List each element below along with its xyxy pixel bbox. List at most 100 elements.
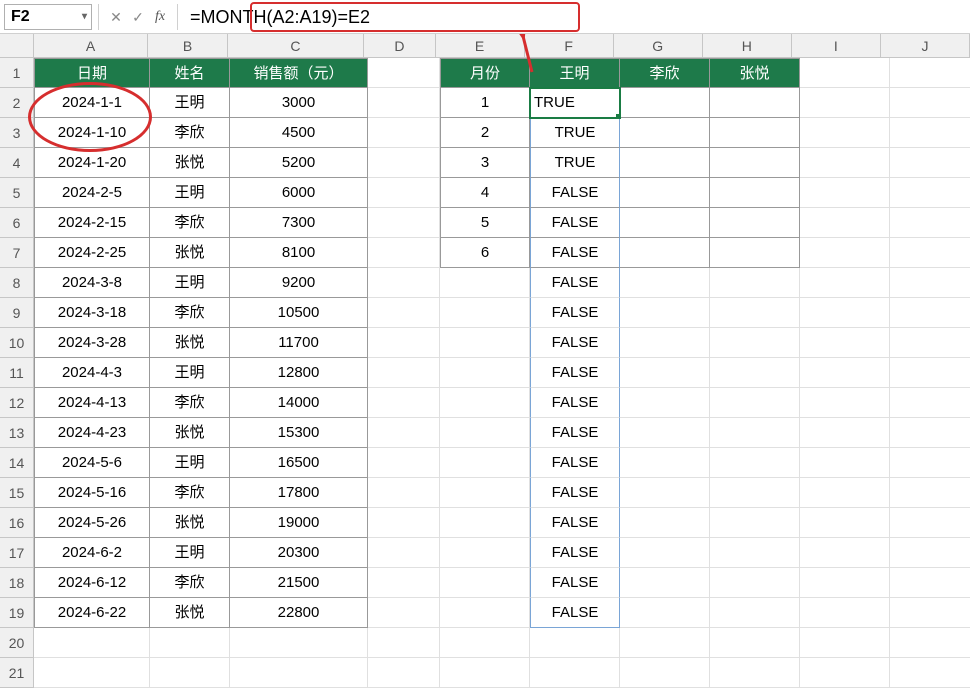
cell[interactable] [620, 598, 710, 628]
cell[interactable] [710, 268, 800, 298]
cell[interactable] [368, 508, 440, 538]
table1-cell[interactable]: 2024-1-1 [34, 88, 150, 118]
cell[interactable] [230, 658, 368, 688]
fx-icon[interactable]: fx [149, 4, 171, 30]
table1-header[interactable]: 销售额（元） [230, 58, 368, 88]
cell[interactable] [620, 448, 710, 478]
table1-cell[interactable]: 李欣 [150, 478, 230, 508]
cell[interactable] [890, 418, 970, 448]
cell[interactable] [368, 238, 440, 268]
cell[interactable] [620, 628, 710, 658]
row-header[interactable]: 13 [0, 418, 34, 448]
table1-cell[interactable]: 王明 [150, 538, 230, 568]
cell[interactable] [800, 538, 890, 568]
cell[interactable] [710, 118, 800, 148]
cell[interactable] [710, 208, 800, 238]
table1-cell[interactable]: 2024-2-5 [34, 178, 150, 208]
formula-input[interactable]: =MONTH(A2:A19)=E2 [184, 4, 970, 30]
table1-cell[interactable]: 张悦 [150, 508, 230, 538]
accept-formula-icon[interactable]: ✓ [127, 4, 149, 30]
cell[interactable] [710, 388, 800, 418]
cell[interactable] [368, 208, 440, 238]
spill-cell[interactable]: FALSE [530, 238, 620, 268]
table1-cell[interactable]: 12800 [230, 358, 368, 388]
table1-cell[interactable]: 2024-6-22 [34, 598, 150, 628]
spill-cell[interactable]: FALSE [530, 388, 620, 418]
spill-cell[interactable]: TRUE [530, 118, 620, 148]
cell[interactable] [890, 208, 970, 238]
cell[interactable] [34, 628, 150, 658]
table1-cell[interactable]: 17800 [230, 478, 368, 508]
table1-cell[interactable]: 王明 [150, 88, 230, 118]
table1-cell[interactable]: 8100 [230, 238, 368, 268]
spill-cell[interactable]: TRUE [530, 148, 620, 178]
col-header-G[interactable]: G [614, 34, 703, 58]
table2-header[interactable]: 王明 [530, 58, 620, 88]
cell[interactable] [440, 568, 530, 598]
cell[interactable] [620, 148, 710, 178]
row-header[interactable]: 3 [0, 118, 34, 148]
cell[interactable] [440, 508, 530, 538]
col-header-I[interactable]: I [792, 34, 881, 58]
cell[interactable] [620, 328, 710, 358]
spreadsheet-grid[interactable]: A B C D E F G H I J 1日期姓名销售额（元）月份王明李欣张悦2… [0, 34, 970, 693]
table1-cell[interactable]: 5200 [230, 148, 368, 178]
cell[interactable] [620, 298, 710, 328]
cell[interactable] [800, 508, 890, 538]
name-box-dropdown-icon[interactable]: ▾ [82, 11, 87, 22]
cell[interactable] [890, 538, 970, 568]
cell[interactable] [890, 88, 970, 118]
table1-cell[interactable]: 张悦 [150, 238, 230, 268]
fill-handle[interactable] [616, 114, 620, 118]
table2-month[interactable]: 5 [440, 208, 530, 238]
col-header-J[interactable]: J [881, 34, 970, 58]
cell[interactable] [800, 58, 890, 88]
cell[interactable] [440, 388, 530, 418]
cell[interactable] [620, 118, 710, 148]
cell[interactable] [368, 88, 440, 118]
cell[interactable] [890, 508, 970, 538]
cell[interactable] [710, 538, 800, 568]
cell[interactable] [368, 178, 440, 208]
cell[interactable] [800, 628, 890, 658]
cell[interactable] [890, 478, 970, 508]
cell[interactable] [710, 508, 800, 538]
table1-cell[interactable]: 11700 [230, 328, 368, 358]
table1-cell[interactable]: 16500 [230, 448, 368, 478]
cell[interactable] [710, 298, 800, 328]
cell[interactable] [440, 328, 530, 358]
table2-month[interactable]: 1 [440, 88, 530, 118]
row-header[interactable]: 8 [0, 268, 34, 298]
cell[interactable] [800, 328, 890, 358]
spill-cell[interactable]: FALSE [530, 268, 620, 298]
cell[interactable] [440, 628, 530, 658]
table1-cell[interactable]: 19000 [230, 508, 368, 538]
spill-cell[interactable]: FALSE [530, 598, 620, 628]
table1-header[interactable]: 日期 [34, 58, 150, 88]
cell[interactable] [890, 148, 970, 178]
table1-cell[interactable]: 2024-3-18 [34, 298, 150, 328]
cell[interactable] [800, 208, 890, 238]
cell[interactable] [620, 388, 710, 418]
cell[interactable] [800, 598, 890, 628]
cell[interactable] [368, 358, 440, 388]
spill-cell[interactable]: FALSE [530, 568, 620, 598]
cell[interactable] [710, 148, 800, 178]
cell[interactable] [368, 448, 440, 478]
table1-cell[interactable]: 李欣 [150, 568, 230, 598]
row-header[interactable]: 15 [0, 478, 34, 508]
select-all-corner[interactable] [0, 34, 34, 58]
row-header[interactable]: 7 [0, 238, 34, 268]
col-header-A[interactable]: A [34, 34, 149, 58]
cell[interactable] [440, 598, 530, 628]
row-header[interactable]: 4 [0, 148, 34, 178]
cell[interactable] [440, 418, 530, 448]
cell[interactable] [800, 418, 890, 448]
table1-cell[interactable]: 2024-3-8 [34, 268, 150, 298]
cell[interactable] [800, 88, 890, 118]
table1-cell[interactable]: 2024-5-26 [34, 508, 150, 538]
cell[interactable] [710, 238, 800, 268]
cell[interactable] [440, 448, 530, 478]
cell[interactable] [800, 148, 890, 178]
table1-cell[interactable]: 15300 [230, 418, 368, 448]
